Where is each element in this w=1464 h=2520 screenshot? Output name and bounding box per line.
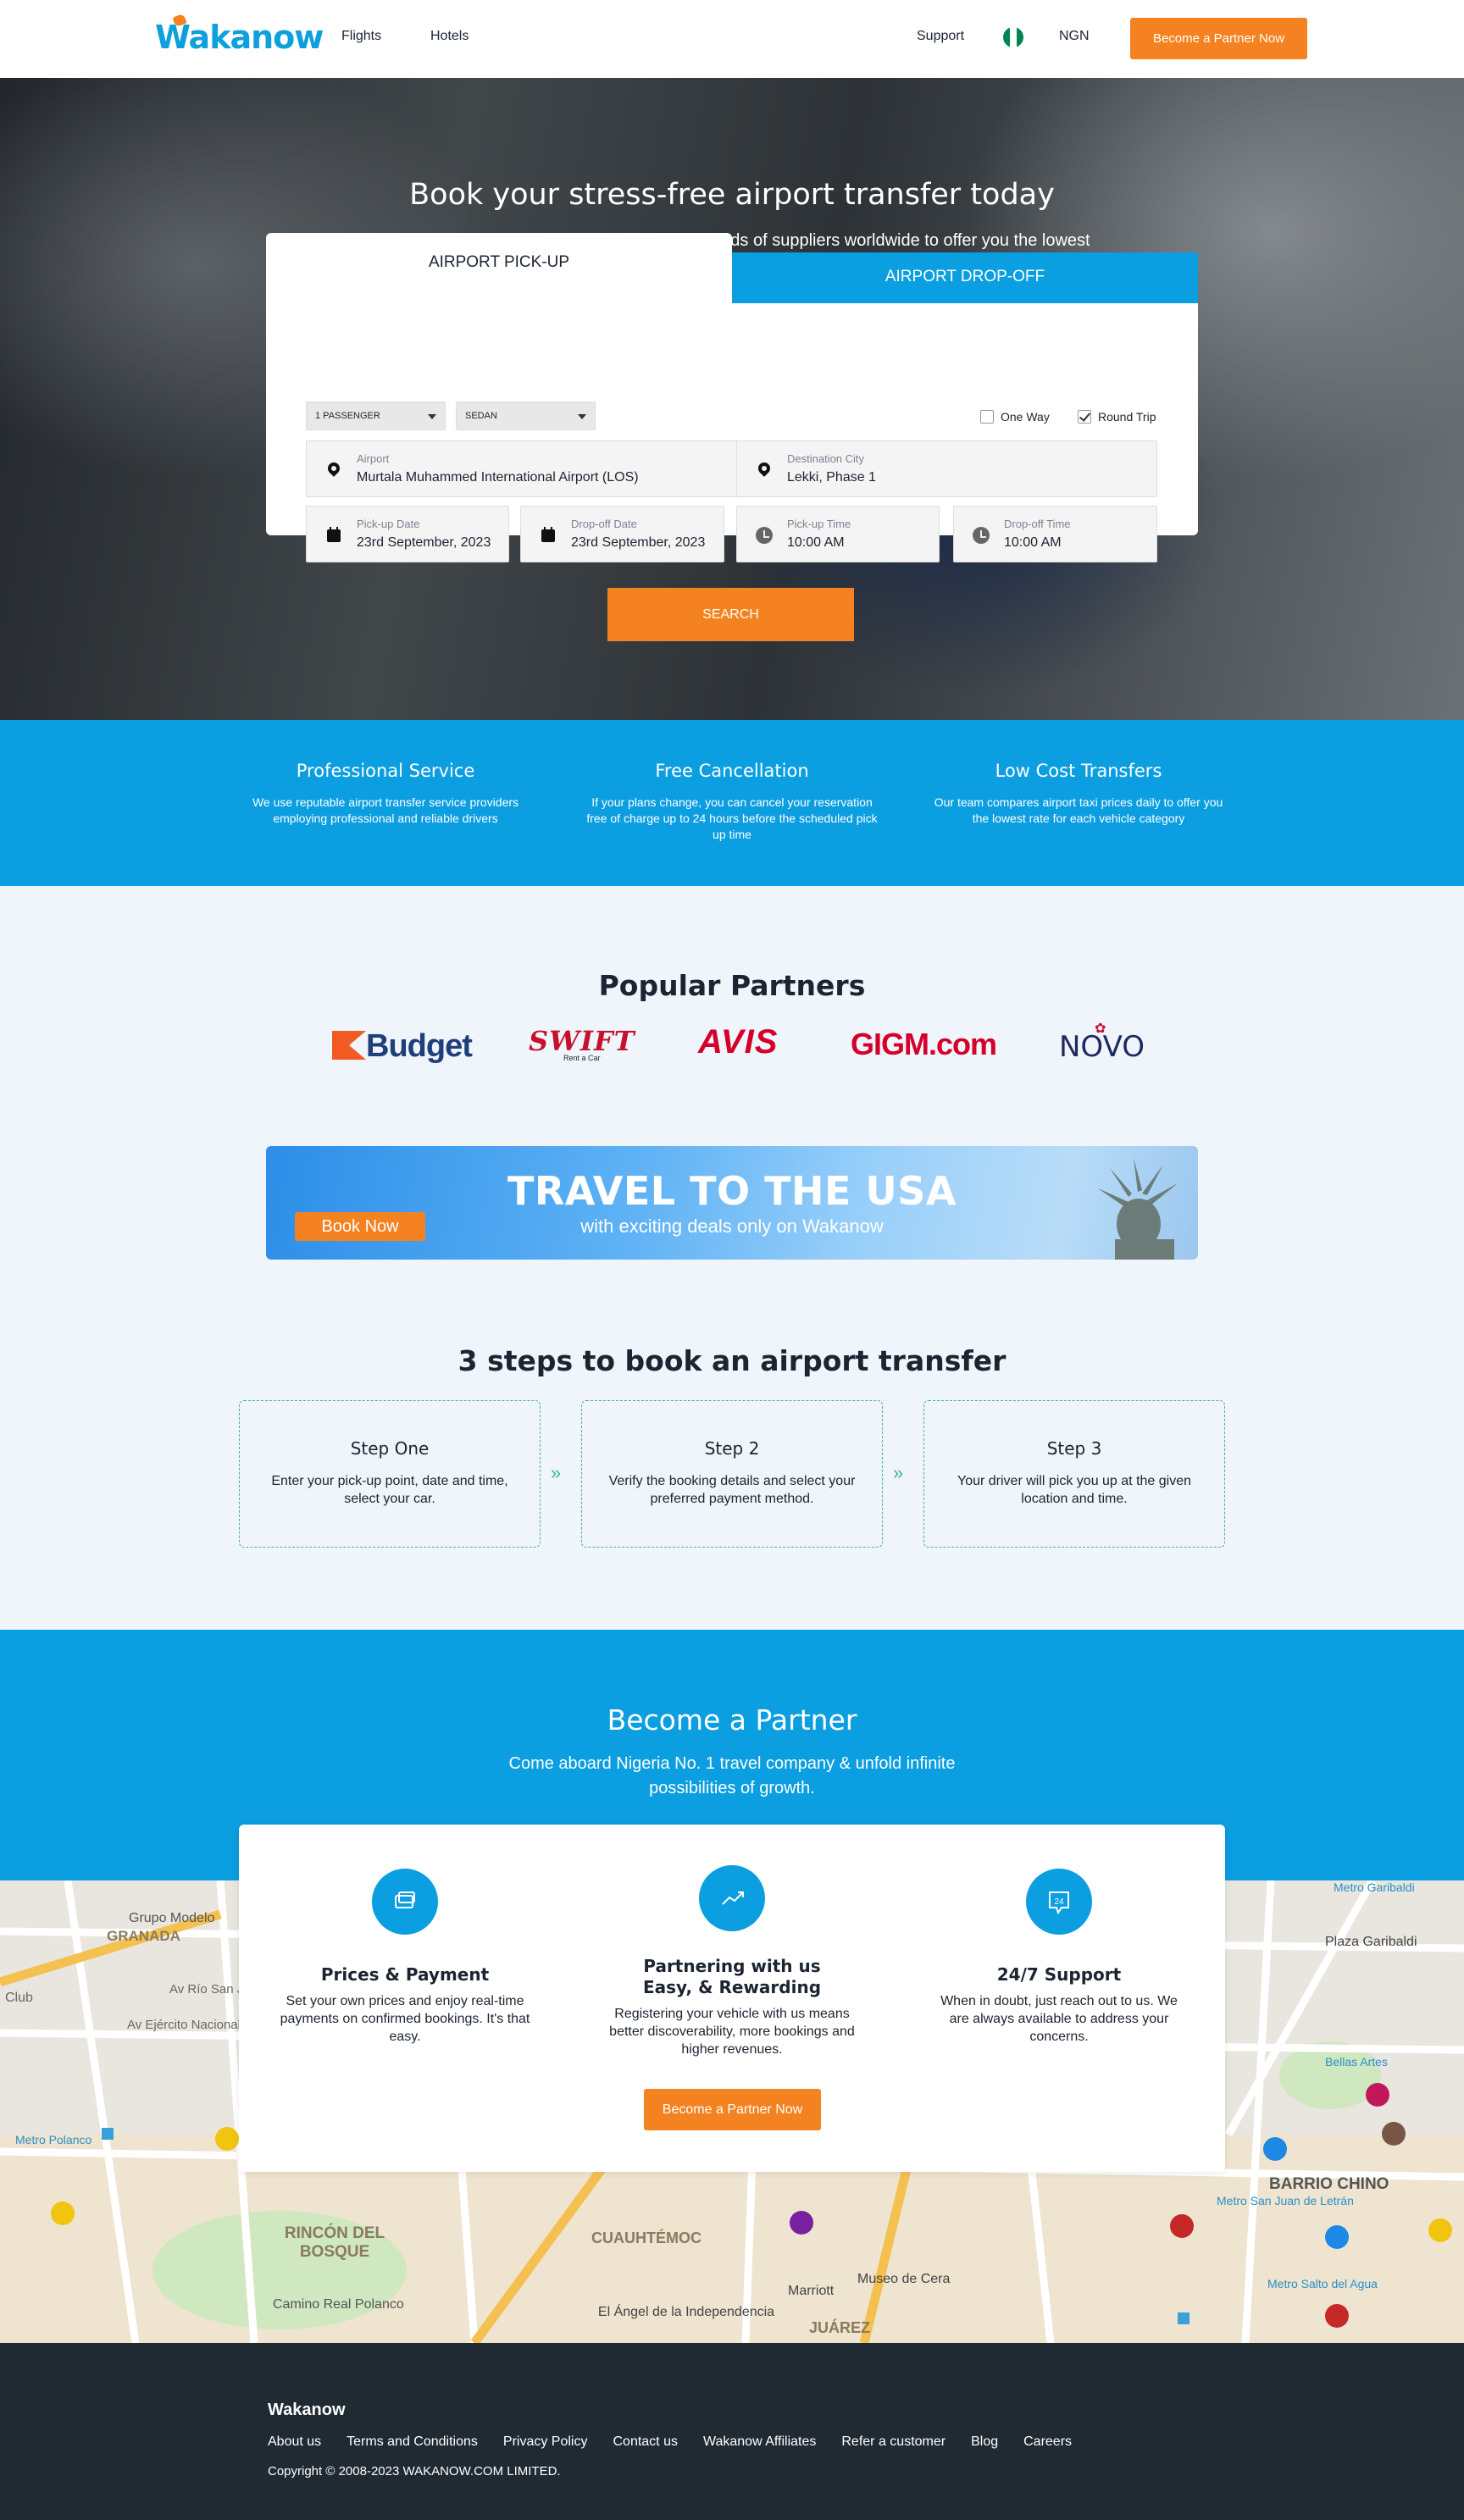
benefit-partnering: Partnering with us Easy, & Rewarding Reg… (588, 1825, 876, 2058)
pickup-date-field[interactable]: Pick-up Date 23rd September, 2023 (306, 506, 509, 562)
footer-link-refer[interactable]: Refer a customer (841, 2434, 946, 2450)
banner-title: TRAVEL TO THE USA (507, 1168, 957, 1214)
currency-selector[interactable]: NGN (1059, 29, 1090, 44)
novo-flower-icon: ✿ (1095, 1020, 1106, 1036)
map-label: Marriott (788, 2284, 835, 2298)
pickup-time-field[interactable]: Pick-up Time 10:00 AM (736, 506, 940, 562)
tab-airport-dropoff[interactable]: AIRPORT DROP-OFF (732, 252, 1198, 305)
booking-form: 1 PASSENGER SEDAN One Way Round Trip Air… (266, 303, 1198, 562)
clock-icon (756, 527, 773, 544)
novo-logo: NOVO ✿ (1059, 1020, 1145, 1064)
map-label: Camino Real Polanco (273, 2297, 404, 2312)
growth-chart-icon (699, 1865, 765, 1931)
become-partner-title: Become a Partner (607, 1703, 857, 1736)
map-label: JUÁREZ (809, 2319, 871, 2336)
location-pin-icon (756, 460, 773, 479)
map-label: Av Ejército Nacional (127, 2018, 241, 2032)
feature-free-cancellation: Free Cancellation If your plans change, … (586, 761, 878, 841)
airport-field[interactable]: Airport Murtala Muhammed International A… (306, 440, 765, 497)
map-label: Club (5, 1991, 33, 2005)
benefit-prices-payment: Prices & Payment Set your own prices and… (261, 1825, 549, 2046)
partner-benefits-card: Prices & Payment Set your own prices and… (239, 1825, 1225, 2172)
location-pin-icon (325, 460, 342, 479)
swift-logo: SWIFT Rent a Car (529, 1025, 635, 1062)
footer-link-terms[interactable]: Terms and Conditions (347, 2434, 478, 2450)
one-way-checkbox[interactable]: One Way (980, 410, 1050, 424)
double-chevron-right-icon: » (551, 1462, 562, 1483)
wakanow-logo[interactable]: Wakanow (155, 13, 324, 56)
search-button[interactable]: SEARCH (607, 588, 854, 641)
benefit-support: 24 24/7 Support When in doubt, just reac… (915, 1825, 1203, 2046)
map-label: El Ángel de la Independencia (597, 2305, 775, 2319)
footer-link-privacy[interactable]: Privacy Policy (503, 2434, 588, 2450)
map-label: Metro Polanco (15, 2133, 92, 2146)
map-label: GRANADA (107, 1928, 180, 1944)
payment-icon (372, 1869, 438, 1935)
step-one-card: Step One Enter your pick-up point, date … (239, 1400, 541, 1548)
gigm-logo: GIGM.com (851, 1027, 997, 1061)
dropoff-time-field[interactable]: Drop-off Time 10:00 AM (953, 506, 1157, 562)
nav-link-support[interactable]: Support (917, 29, 964, 44)
avis-logo: AVIS (698, 1023, 779, 1061)
step-three-card: Step 3 Your driver will pick you up at t… (923, 1400, 1225, 1548)
svg-text:24: 24 (1054, 1897, 1064, 1907)
footer-link-about[interactable]: About us (268, 2434, 321, 2450)
footer-links: About us Terms and Conditions Privacy Po… (268, 2434, 1072, 2450)
features-strip: Professional Service We use reputable ai… (0, 720, 1464, 886)
nav-link-flights[interactable]: Flights (341, 29, 381, 44)
checkbox-checked-icon (1078, 410, 1091, 424)
clock-icon (973, 527, 990, 544)
caret-down-icon (428, 414, 436, 419)
steps-title: 3 steps to book an airport transfer (458, 1344, 1006, 1377)
footer-brand: Wakanow (268, 2401, 346, 2419)
footer-link-affiliates[interactable]: Wakanow Affiliates (703, 2434, 816, 2450)
usa-promo-banner[interactable]: TRAVEL TO THE USA with exciting deals on… (266, 1146, 1198, 1260)
map-label: Metro Salto del Agua (1267, 2277, 1378, 2290)
map-label: Bellas Artes (1325, 2055, 1388, 2069)
copyright-text: Copyright © 2008-2023 WAKANOW.COM LIMITE… (268, 2464, 561, 2478)
map-label: Grupo Modelo (129, 1911, 215, 1925)
budget-logo: Budget (332, 1028, 473, 1065)
nav-link-hotels[interactable]: Hotels (430, 29, 469, 44)
map-label: CUAUHTÉMOC (591, 2229, 702, 2246)
statue-of-liberty-icon (1098, 1158, 1178, 1260)
checkbox-icon (980, 410, 994, 424)
feature-low-cost: Low Cost Transfers Our team compares air… (934, 761, 1223, 825)
passenger-select[interactable]: 1 PASSENGER (306, 402, 446, 430)
become-partner-nav-button[interactable]: Become a Partner Now (1130, 18, 1307, 59)
footer-link-contact[interactable]: Contact us (613, 2434, 677, 2450)
map-label: BARRIO CHINO (1269, 2175, 1389, 2193)
partners-title: Popular Partners (598, 969, 866, 1002)
hero-title: Book your stress-free airport transfer t… (409, 178, 1055, 212)
footer-link-careers[interactable]: Careers (1023, 2434, 1072, 2450)
footer-link-blog[interactable]: Blog (971, 2434, 998, 2450)
vehicle-select[interactable]: SEDAN (456, 402, 596, 430)
calendar-icon (540, 527, 557, 544)
map-label: Metro Garibaldi (1334, 1880, 1415, 1894)
caret-down-icon (578, 414, 586, 419)
support-24-icon: 24 (1026, 1869, 1092, 1935)
footer: Wakanow About us Terms and Conditions Pr… (0, 2343, 1464, 2520)
map-label: Museo de Cera (857, 2272, 951, 2286)
dropoff-date-field[interactable]: Drop-off Date 23rd September, 2023 (520, 506, 724, 562)
calendar-icon (325, 527, 342, 544)
nigeria-flag-icon[interactable] (1003, 27, 1023, 47)
map-label: Plaza Garibaldi (1325, 1935, 1417, 1949)
map-label: RINCÓN DEL BOSQUE (284, 2224, 385, 2261)
feature-professional-service: Professional Service We use reputable ai… (252, 761, 519, 825)
tab-airport-pickup[interactable]: AIRPORT PICK-UP (266, 233, 732, 306)
become-partner-button[interactable]: Become a Partner Now (644, 2089, 821, 2130)
book-now-button[interactable]: Book Now (295, 1212, 425, 1241)
budget-mark-icon (332, 1031, 366, 1060)
destination-field[interactable]: Destination City Lekki, Phase 1 (736, 440, 1157, 497)
step-two-card: Step 2 Verify the booking details and se… (581, 1400, 883, 1548)
top-navbar: Wakanow Flights Hotels Support NGN Becom… (0, 0, 1464, 78)
become-partner-subtitle: Come aboard Nigeria No. 1 travel company… (508, 1754, 956, 1797)
map-label: Metro San Juan de Letrán (1217, 2194, 1354, 2207)
double-chevron-right-icon: » (893, 1462, 904, 1483)
round-trip-checkbox[interactable]: Round Trip (1078, 410, 1156, 424)
